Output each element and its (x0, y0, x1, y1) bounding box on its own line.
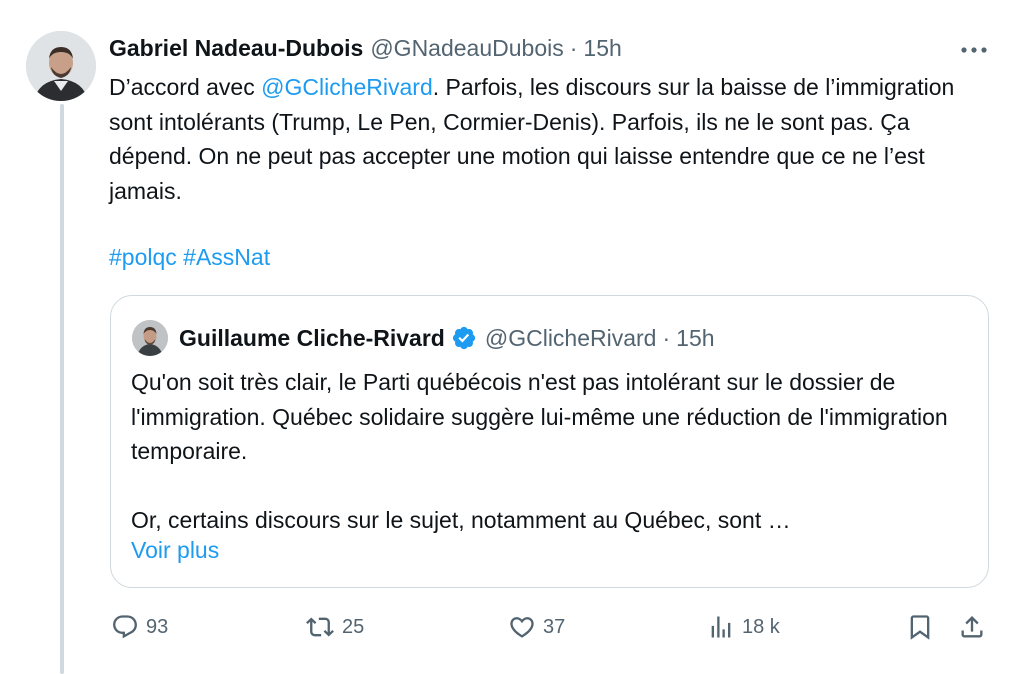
like-button[interactable]: 37 (508, 610, 565, 644)
quoted-paragraph-2: Or, certains discours sur le sujet, nota… (131, 507, 791, 533)
reply-count: 93 (146, 615, 169, 638)
quoted-author-name[interactable]: Guillaume Cliche-Rivard (179, 325, 445, 352)
quoted-avatar[interactable] (132, 320, 168, 356)
header-separator: · (569, 34, 578, 61)
hashtag-row: #polqc #AssNat (109, 240, 270, 275)
bookmark-button[interactable] (906, 610, 934, 644)
share-icon (958, 613, 986, 641)
views-icon (707, 613, 735, 641)
quoted-paragraph-1: Qu'on soit très clair, le Parti québécoi… (131, 369, 948, 464)
tweet-text-start: D’accord avec (109, 74, 262, 100)
action-bar: 93 25 37 18 k (109, 610, 994, 644)
tweet-header: Gabriel Nadeau-Dubois @GNadeauDubois · 1… (109, 33, 622, 63)
quoted-tweet-card[interactable]: Guillaume Cliche-Rivard @GClicheRivard ·… (110, 295, 989, 588)
quoted-tweet-header: Guillaume Cliche-Rivard @GClicheRivard ·… (179, 321, 715, 355)
quoted-author-handle[interactable]: @GClicheRivard (485, 325, 657, 352)
reply-button[interactable]: 93 (111, 610, 168, 644)
share-button[interactable] (958, 610, 986, 644)
quoted-timestamp[interactable]: 15h (676, 325, 714, 352)
timestamp[interactable]: 15h (583, 35, 621, 62)
more-horizontal-icon (960, 41, 988, 59)
tweet-body: D’accord avec @GClicheRivard. Parfois, l… (109, 70, 979, 208)
quoted-header-separator: · (662, 324, 671, 351)
show-more-link[interactable]: Voir plus (131, 533, 219, 568)
like-count: 37 (543, 615, 566, 638)
author-handle[interactable]: @GNadeauDubois (370, 35, 563, 62)
views-button[interactable]: 18 k (707, 610, 780, 644)
heart-icon (508, 613, 536, 641)
quoted-tweet-body: Qu'on soit très clair, le Parti québécoi… (131, 365, 976, 538)
thread-connector-line (60, 104, 64, 674)
more-options-button[interactable] (956, 36, 992, 64)
avatar[interactable] (26, 31, 96, 101)
repost-count: 25 (342, 615, 365, 638)
hashtag-assnat[interactable]: #AssNat (183, 244, 270, 270)
reply-icon (111, 613, 139, 641)
author-name[interactable]: Gabriel Nadeau-Dubois (109, 35, 363, 62)
hashtag-polqc[interactable]: #polqc (109, 244, 177, 270)
verified-badge-icon (451, 325, 477, 351)
views-count: 18 k (742, 615, 780, 638)
mention-link[interactable]: @GClicheRivard (261, 74, 433, 100)
bookmark-icon (906, 613, 934, 641)
repost-icon (305, 613, 335, 641)
repost-button[interactable]: 25 (305, 610, 364, 644)
